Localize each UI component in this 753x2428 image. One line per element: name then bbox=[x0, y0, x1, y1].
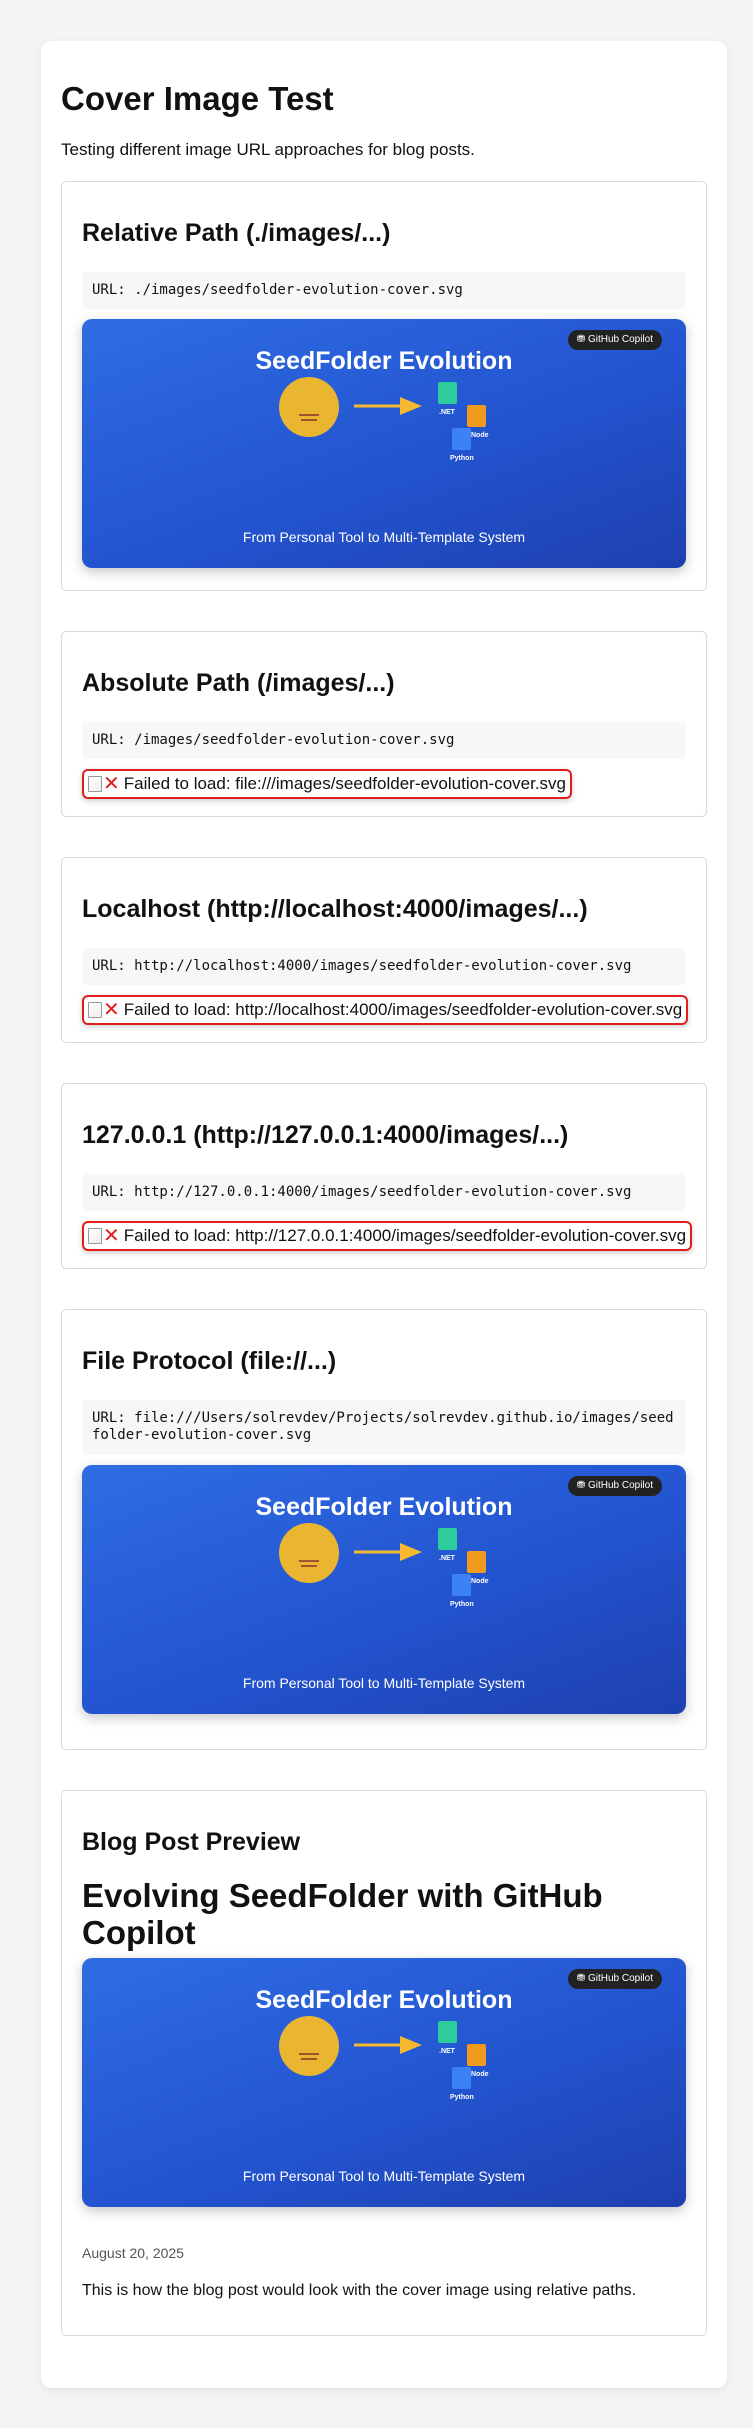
tile-label: .NET bbox=[439, 409, 455, 417]
badge-label: GitHub Copilot bbox=[587, 1479, 653, 1491]
test-heading: Localhost (http://localhost:4000/images/… bbox=[82, 894, 588, 923]
blog-title: Evolving SeedFolder with GitHub Copilot bbox=[82, 1876, 603, 1952]
url-box: URL: file:///Users/solrevdev/Projects/so… bbox=[82, 1399, 686, 1455]
test-card-absolute: Absolute Path (/images/...) URL: /images… bbox=[61, 630, 707, 817]
cross-mark-icon: ✕ bbox=[103, 999, 120, 1022]
page-intro: Testing different image URL approaches f… bbox=[61, 139, 475, 159]
tile-label: Node bbox=[471, 432, 489, 440]
copilot-badge: ⛃ GitHub Copilot bbox=[567, 330, 662, 351]
tile-label: Python bbox=[450, 455, 474, 463]
cover-title: SeedFolder Evolution bbox=[255, 1492, 513, 1521]
url-box: URL: http://localhost:4000/images/seedfo… bbox=[82, 947, 686, 986]
seed-icon bbox=[279, 2016, 339, 2077]
tile-label: Node bbox=[471, 2071, 489, 2079]
tile-label: Python bbox=[450, 1600, 474, 1608]
badge-label: GitHub Copilot bbox=[587, 1973, 653, 1985]
broken-image: ✕ Failed to load: http://localhost:4000/i… bbox=[82, 995, 689, 1026]
copilot-badge: ⛃ GitHub Copilot bbox=[567, 1475, 662, 1496]
cover-image: SeedFolder Evolution ⛃ GitHub Copilot .N… bbox=[82, 319, 686, 569]
tile-label: Node bbox=[471, 1577, 489, 1585]
broken-image-icon bbox=[88, 776, 102, 793]
python-tile-icon bbox=[452, 2067, 471, 2090]
tile-label: Python bbox=[450, 2094, 474, 2102]
test-page: Cover Image Test Testing different image… bbox=[41, 41, 727, 2388]
node-tile-icon bbox=[467, 405, 486, 428]
node-tile-icon bbox=[467, 1550, 486, 1573]
url-box: URL: http://127.0.0.1:4000/images/seedfo… bbox=[82, 1173, 686, 1212]
test-card-file: File Protocol (file://...) URL: file:///… bbox=[61, 1308, 707, 1750]
node-tile-icon bbox=[467, 2044, 486, 2067]
cover-slot: SeedFolder Evolution ⛃ GitHub Copilot .N… bbox=[82, 319, 686, 569]
url-box: URL: /images/seedfolder-evolution-cover.… bbox=[82, 721, 686, 760]
url-box: URL: ./images/seedfolder-evolution-cover… bbox=[82, 271, 686, 310]
blog-date: August 20, 2025 bbox=[82, 2245, 184, 2262]
cover-subtitle: From Personal Tool to Multi-Template Sys… bbox=[242, 2168, 526, 2185]
test-card-loopback: 127.0.0.1 (http://127.0.0.1:4000/images/… bbox=[61, 1082, 707, 1269]
python-tile-icon bbox=[452, 428, 471, 451]
blog-preview-label: Blog Post Preview bbox=[82, 1827, 301, 1856]
cross-mark-icon: ✕ bbox=[103, 1225, 120, 1248]
broken-image-icon bbox=[88, 1228, 102, 1245]
cover-subtitle: From Personal Tool to Multi-Template Sys… bbox=[242, 1674, 526, 1691]
broken-image: ✕ Failed to load: file:///images/seedfold… bbox=[82, 769, 572, 800]
copilot-icon: ⛃ bbox=[576, 1973, 588, 1985]
arrow-icon bbox=[354, 2036, 422, 2055]
test-heading: File Protocol (file://...) bbox=[82, 1346, 337, 1375]
copilot-icon: ⛃ bbox=[576, 334, 588, 346]
dotnet-tile-icon bbox=[438, 1527, 457, 1550]
python-tile-icon bbox=[452, 1573, 471, 1596]
test-heading: Absolute Path (/images/...) bbox=[82, 668, 395, 697]
copilot-icon: ⛃ bbox=[576, 1479, 588, 1491]
page-title: Cover Image Test bbox=[61, 80, 334, 117]
seed-icon bbox=[279, 1522, 339, 1583]
cover-title: SeedFolder Evolution bbox=[255, 347, 513, 376]
broken-image: ✕ Failed to load: http://127.0.0.1:4000/i… bbox=[82, 1221, 693, 1252]
badge-label: GitHub Copilot bbox=[587, 334, 653, 346]
test-heading: 127.0.0.1 (http://127.0.0.1:4000/images/… bbox=[82, 1120, 569, 1149]
dotnet-tile-icon bbox=[438, 2021, 457, 2044]
test-card-localhost: Localhost (http://localhost:4000/images/… bbox=[61, 856, 707, 1043]
blog-text: This is how the blog post would look wit… bbox=[82, 2282, 637, 2300]
seed-icon bbox=[279, 377, 339, 438]
cover-title: SeedFolder Evolution bbox=[255, 1986, 513, 2015]
blog-preview-card: Blog Post Preview Evolving SeedFolder wi… bbox=[61, 1789, 707, 2336]
error-message: Failed to load: http://127.0.0.1:4000/im… bbox=[123, 1226, 687, 1246]
cross-mark-icon: ✕ bbox=[103, 773, 120, 796]
error-message: Failed to load: http://localhost:4000/im… bbox=[123, 1000, 683, 1020]
copilot-badge: ⛃ GitHub Copilot bbox=[567, 1969, 662, 1990]
tile-label: .NET bbox=[439, 2048, 455, 2056]
arrow-icon bbox=[354, 1542, 422, 1561]
error-message: Failed to load: file:///images/seedfolde… bbox=[123, 774, 566, 794]
cover-image: SeedFolder Evolution ⛃ GitHub Copilot .N… bbox=[82, 1958, 686, 2208]
arrow-icon bbox=[354, 397, 422, 416]
cover-image: SeedFolder Evolution ⛃ GitHub Copilot .N… bbox=[82, 1464, 686, 1714]
broken-image-icon bbox=[88, 1002, 102, 1019]
dotnet-tile-icon bbox=[438, 382, 457, 405]
test-card-relative: Relative Path (./images/...) URL: ./imag… bbox=[61, 180, 707, 591]
cover-subtitle: From Personal Tool to Multi-Template Sys… bbox=[242, 529, 526, 546]
cover-slot: SeedFolder Evolution ⛃ GitHub Copilot .N… bbox=[82, 1958, 686, 2208]
cover-slot: SeedFolder Evolution ⛃ GitHub Copilot .N… bbox=[82, 1464, 686, 1714]
test-heading: Relative Path (./images/...) bbox=[82, 218, 391, 247]
tile-label: .NET bbox=[439, 1554, 455, 1562]
